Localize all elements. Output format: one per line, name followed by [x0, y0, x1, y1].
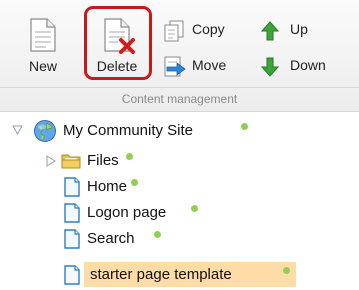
status-dot — [154, 231, 161, 238]
down-button[interactable]: Down — [260, 53, 340, 79]
copy-button[interactable]: Copy — [162, 17, 242, 43]
delete-button[interactable]: Delete — [91, 8, 143, 78]
expand-arrow-icon[interactable] — [46, 155, 56, 167]
ribbon-group-divider — [0, 87, 359, 88]
tree-node-files[interactable]: Files — [0, 149, 160, 173]
globe-icon — [34, 120, 56, 142]
page-icon — [64, 203, 80, 223]
tree-node-home[interactable]: Home — [0, 175, 170, 199]
tree-node-files-label: Files — [87, 152, 119, 169]
page-icon — [64, 229, 80, 249]
status-dot — [191, 205, 198, 212]
new-button-label: New — [28, 58, 57, 74]
status-dot — [283, 267, 290, 274]
page-icon — [64, 177, 80, 197]
page-icon — [64, 265, 80, 285]
delete-page-icon — [104, 18, 135, 54]
arrow-up-icon — [260, 21, 280, 41]
status-dot — [126, 153, 133, 160]
status-dot — [241, 123, 248, 130]
tree-node-root[interactable]: My Community Site — [0, 119, 260, 143]
tree-node-logon-page-label: Logon page — [87, 204, 167, 221]
down-button-label: Down — [290, 57, 326, 73]
tree-node-root-label: My Community Site — [63, 122, 194, 139]
move-icon — [164, 56, 186, 77]
tree-node-logon-page[interactable]: Logon page — [0, 201, 220, 225]
copy-icon — [164, 20, 184, 42]
new-page-icon — [30, 18, 56, 52]
arrow-down-icon — [260, 57, 280, 77]
up-button[interactable]: Up — [260, 17, 320, 43]
delete-button-label: Delete — [96, 58, 138, 74]
collapse-arrow-icon[interactable] — [12, 125, 23, 135]
ribbon-toolbar: New Delete Copy Move Up Down Content man… — [0, 0, 359, 112]
new-button[interactable]: New — [17, 8, 69, 78]
copy-button-label: Copy — [192, 21, 225, 37]
move-button-label: Move — [192, 57, 227, 73]
tree-node-search[interactable]: Search — [0, 227, 180, 251]
tree-node-starter-page-template-label: starter page template — [90, 266, 232, 283]
tree-node-search-label: Search — [87, 230, 135, 247]
tree-node-home-label: Home — [87, 178, 128, 195]
status-dot — [131, 179, 138, 186]
up-button-label: Up — [290, 21, 308, 37]
tree-node-starter-page-template[interactable]: starter page template — [0, 263, 300, 287]
folder-icon — [61, 154, 81, 169]
move-button[interactable]: Move — [162, 53, 242, 79]
ribbon-group-label: Content management — [121, 92, 238, 106]
